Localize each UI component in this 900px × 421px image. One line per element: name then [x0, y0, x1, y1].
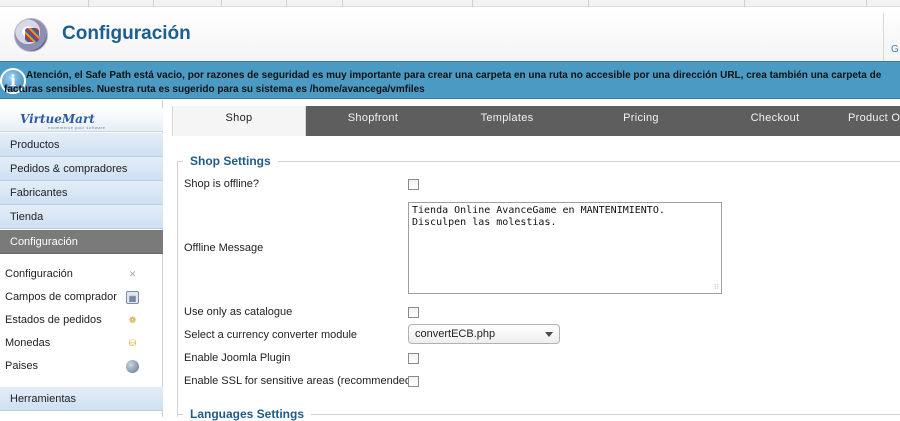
sidebar-item-fabricantes[interactable]: Fabricantes: [0, 181, 163, 205]
ssl-checkbox[interactable]: [408, 376, 419, 387]
sidebar-item-configuracion[interactable]: Configuración: [0, 230, 163, 254]
catalogue-label: Use only as catalogue: [184, 306, 293, 318]
catalogue-checkbox[interactable]: [408, 307, 419, 318]
sidebar-item-herramientas[interactable]: Herramientas: [0, 387, 163, 411]
fieldset-border-left: [177, 161, 178, 417]
tab-templates[interactable]: Templates: [440, 106, 574, 136]
shop-settings-panel: Shop Settings Shop is offline? Offline M…: [172, 136, 900, 421]
shop-offline-label: Shop is offline?: [184, 178, 260, 190]
currency-converter-select[interactable]: convertECB.php: [408, 324, 560, 344]
virtuemart-logo-tagline: ecommerce your software: [48, 125, 106, 130]
shop-offline-checkbox[interactable]: [408, 179, 419, 190]
sidebar-item-pedidos[interactable]: Pedidos & compradores: [0, 157, 163, 181]
coins-icon: ⛁: [128, 338, 137, 348]
page-header: Configuración G: [0, 7, 900, 61]
globe-icon: [126, 360, 139, 373]
submenu-item-estados-pedidos[interactable]: Estados de pedidos ❁: [0, 309, 163, 332]
joomla-plugin-checkbox[interactable]: [408, 353, 419, 364]
sidebar-item-productos[interactable]: Productos: [0, 133, 163, 157]
notice-message: Atención, el Safe Path está vacio, por r…: [4, 70, 882, 95]
tab-checkout[interactable]: Checkout: [708, 106, 842, 136]
currency-converter-label: Select a currency converter module: [184, 329, 358, 341]
languages-settings-legend: Languages Settings: [183, 407, 312, 421]
fieldset-border: [177, 161, 900, 162]
submenu-item-campos-comprador[interactable]: Campos de comprador ▦: [0, 286, 163, 309]
submenu-label: Paises: [5, 360, 39, 372]
sidebar-item-tienda[interactable]: Tienda: [0, 205, 163, 229]
browser-top-strip: [0, 0, 900, 7]
tab-product-options[interactable]: Product O: [842, 106, 900, 136]
submenu-item-monedas[interactable]: Monedas ⛁: [0, 332, 163, 355]
ssl-label: Enable SSL for sensitive areas (recommen…: [184, 375, 415, 387]
joomla-config-icon: [14, 18, 48, 52]
submenu-label: Configuración: [5, 268, 73, 280]
status-icon: ❁: [128, 315, 137, 325]
virtuemart-logo[interactable]: VirtueMart ecommerce your software: [0, 108, 163, 132]
sidebar: VirtueMart ecommerce your software Produ…: [0, 100, 163, 417]
header-right-link[interactable]: G: [891, 44, 899, 55]
tab-shop[interactable]: Shop: [172, 106, 306, 136]
config-tabs: Shop Shopfront Templates Pricing Checkou…: [172, 106, 900, 136]
page-title: Configuración: [62, 23, 191, 44]
submenu-item-paises[interactable]: Paises: [0, 355, 163, 378]
submenu-item-configuracion[interactable]: Configuración ✕: [0, 263, 163, 286]
tools-icon: ✕: [128, 269, 137, 279]
virtuemart-logo-text: VirtueMart: [20, 112, 95, 126]
tab-shopfront[interactable]: Shopfront: [306, 106, 440, 136]
submenu-label: Monedas: [5, 337, 51, 349]
submenu-label: Campos de comprador: [5, 291, 117, 303]
tab-pricing[interactable]: Pricing: [574, 106, 708, 136]
safe-path-notice: i Atención, el Safe Path está vacio, por…: [0, 61, 900, 99]
shop-settings-legend: Shop Settings: [183, 154, 278, 168]
currency-converter-value: convertECB.php: [415, 328, 496, 340]
users-icon: ▦: [126, 291, 139, 304]
joomla-plugin-label: Enable Joomla Plugin: [184, 352, 291, 364]
offline-message-textarea[interactable]: Tienda Online AvanceGame en MANTENIMIENT…: [408, 202, 722, 294]
submenu-label: Estados de pedidos: [5, 314, 102, 326]
chevron-down-icon: [545, 332, 553, 337]
offline-message-label: Offline Message: [184, 242, 264, 254]
header-divider: [883, 13, 884, 61]
